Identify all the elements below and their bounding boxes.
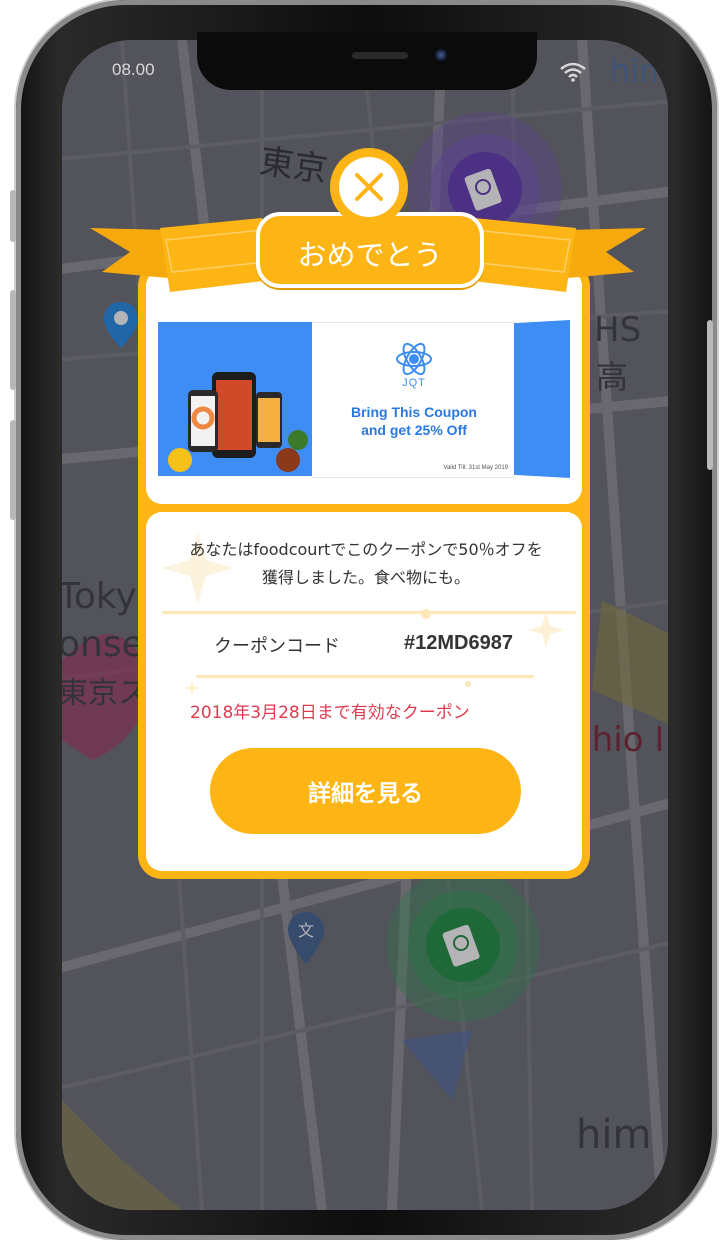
coupon-valid-till: Valid Till: 31st May 2019 <box>443 465 508 471</box>
coupon-headline: Bring This Coupon and get 25% Off <box>312 403 516 439</box>
close-button[interactable] <box>330 148 408 226</box>
side-button-volume-down <box>10 420 16 520</box>
side-button-mute <box>10 190 16 242</box>
coupon-headline-line1: Bring This Coupon <box>351 404 477 420</box>
status-time: 08.00 <box>112 60 155 79</box>
atom-logo-icon <box>396 342 432 376</box>
side-button-volume-up <box>10 290 16 390</box>
popup-title: おめでとう <box>297 238 443 272</box>
notch <box>197 32 537 90</box>
coupon-stub <box>514 320 570 478</box>
divider <box>162 611 576 614</box>
coupon-brand: JQT <box>402 377 426 389</box>
coupon-description: あなたはfoodcourtでこのクーポンで50％オフを 獲得しました。食べ物にも… <box>170 536 562 592</box>
coupon-promo-photo <box>158 322 312 476</box>
validity-text: 2018年3月28日まで有効なクーポン <box>190 703 470 723</box>
speaker <box>352 52 408 59</box>
coupon-offer-text: JQT Bring This Coupon and get 25% Off Va… <box>312 322 516 478</box>
close-icon[interactable] <box>353 171 385 203</box>
camera <box>435 49 447 61</box>
coupon-code: #12MD6987 <box>404 632 513 654</box>
description-line: 獲得しました。食べ物にも。 <box>261 568 470 587</box>
coupon-code-label: クーポンコード <box>214 636 340 657</box>
view-details-button[interactable]: 詳細を見る <box>210 748 521 834</box>
wifi-icon <box>560 62 586 82</box>
divider <box>196 675 534 678</box>
coupon-headline-line2: and get 25% Off <box>361 422 467 438</box>
coupon-image: JQT Bring This Coupon and get 25% Off Va… <box>158 320 570 478</box>
description-line: あなたはfoodcourtでこのクーポンで50％オフを <box>189 540 543 559</box>
side-button-power <box>707 320 713 470</box>
